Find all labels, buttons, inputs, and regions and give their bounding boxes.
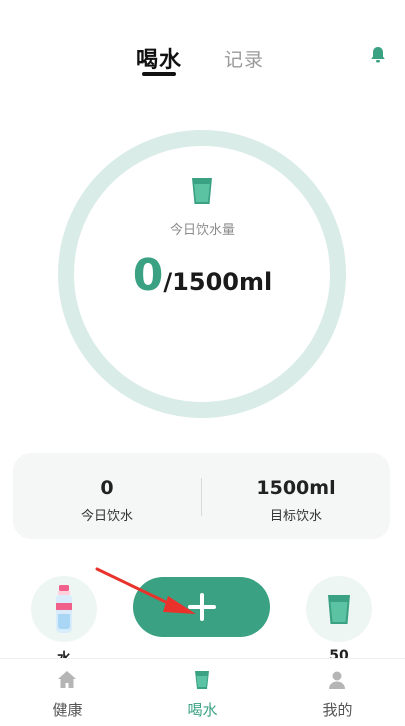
nav-mine[interactable]: 我的: [270, 659, 405, 726]
water-bottle-button[interactable]: [31, 576, 97, 642]
today-intake-label: 今日饮水量: [169, 223, 235, 238]
intake-amount: 0/1500ml: [0, 250, 405, 301]
nav-health[interactable]: 健康: [0, 659, 135, 726]
top-header: 喝水 记录: [0, 0, 405, 100]
add-water-button[interactable]: [133, 577, 270, 637]
today-intake-stat: 0 今日饮水: [13, 453, 201, 539]
today-intake-stat-value: 0: [100, 477, 114, 499]
active-tab-indicator: [142, 72, 176, 76]
tab-drink-water[interactable]: 喝水: [136, 42, 182, 74]
cup-quick-button[interactable]: [306, 576, 372, 642]
nav-drink-label: 喝水: [187, 701, 218, 719]
nav-health-label: 健康: [52, 701, 83, 719]
bottom-tab-bar: 健康 喝水 我的: [0, 658, 405, 726]
home-icon: [58, 671, 76, 688]
tab-records[interactable]: 记录: [224, 45, 264, 72]
user-icon: [329, 671, 345, 689]
cup-icon: [192, 178, 212, 204]
nav-mine-label: 我的: [322, 701, 353, 719]
target-intake-stat: 1500ml 目标饮水: [202, 453, 390, 539]
goal-intake-value: /1500ml: [163, 268, 273, 296]
today-intake-stat-label: 今日饮水: [80, 509, 133, 524]
nav-drink[interactable]: 喝水: [135, 659, 270, 726]
water-bottle-icon: [56, 585, 72, 633]
plus-icon: [200, 593, 204, 621]
stats-card: 0 今日饮水 1500ml 目标饮水: [13, 453, 390, 539]
bell-icon[interactable]: [368, 45, 388, 65]
target-intake-stat-label: 目标饮水: [269, 509, 322, 524]
cup-quick-icon: [328, 595, 350, 624]
current-intake-value: 0: [132, 250, 164, 301]
target-intake-stat-value: 1500ml: [256, 477, 336, 499]
cup-icon: [195, 671, 209, 689]
